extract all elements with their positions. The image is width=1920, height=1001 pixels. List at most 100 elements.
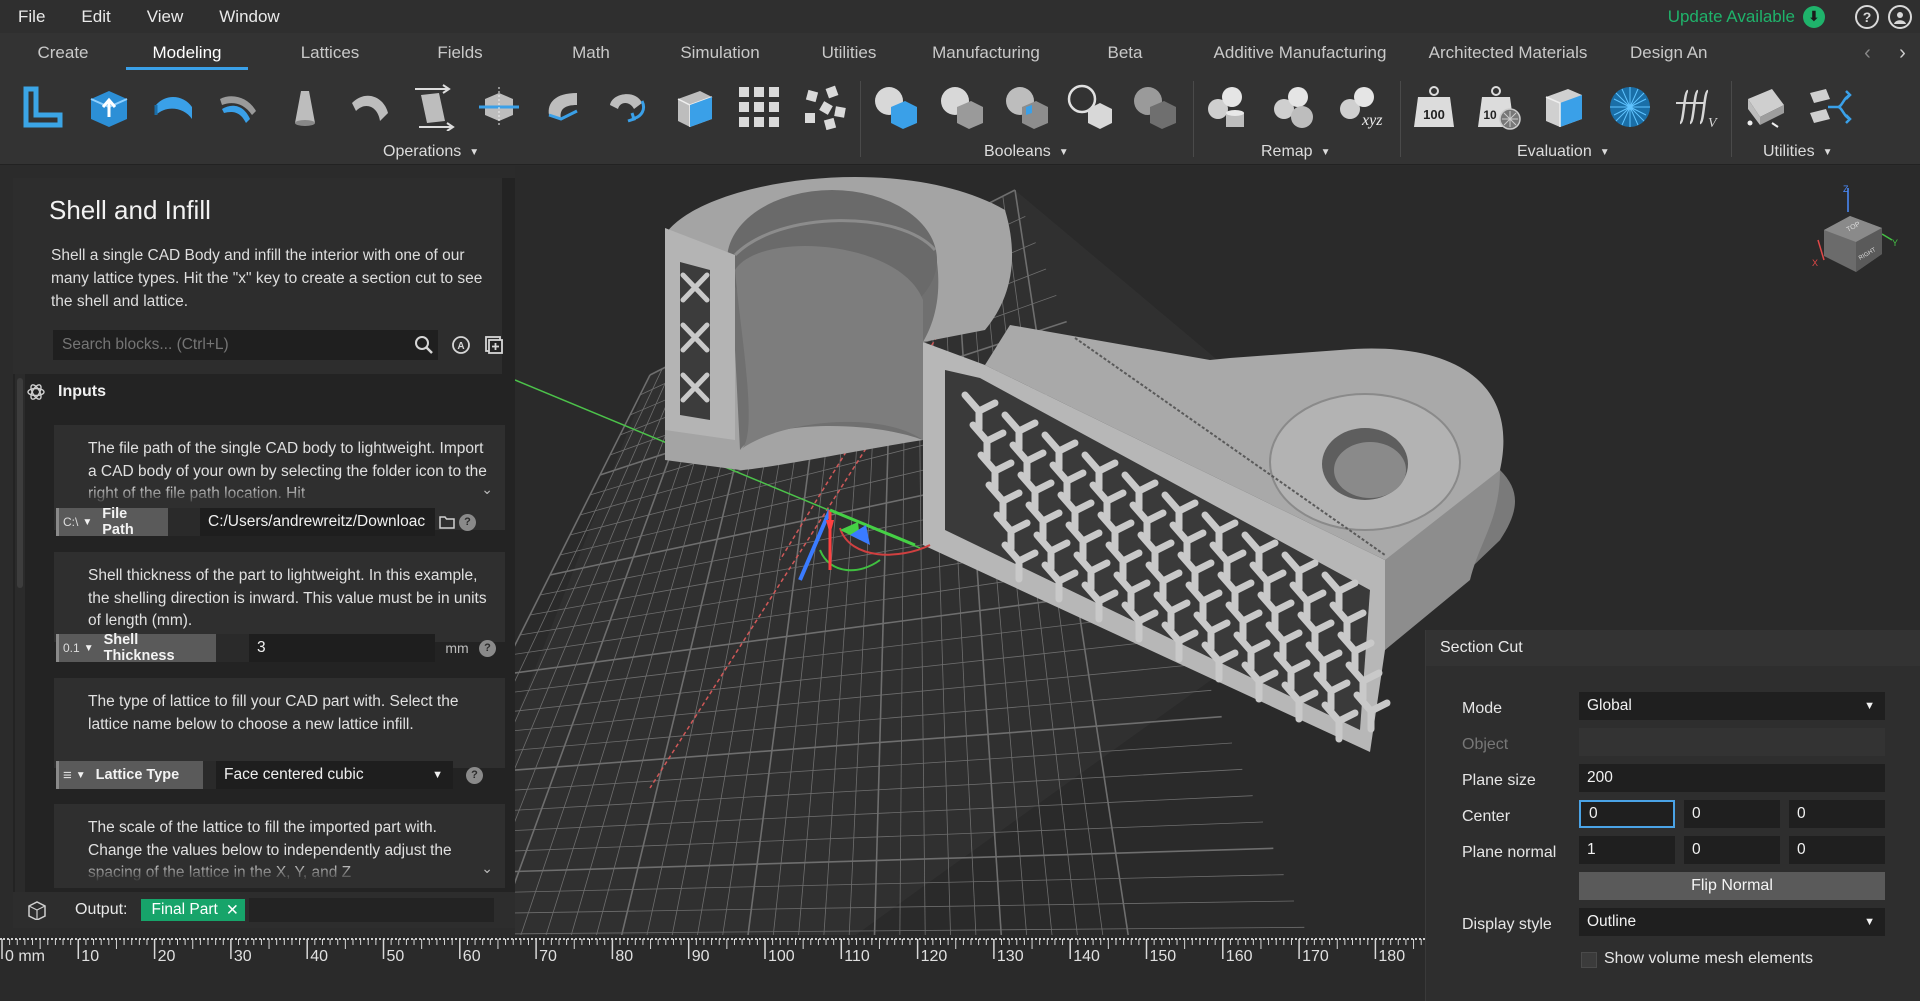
remap-xyz-icon[interactable]: xyz (1336, 83, 1384, 131)
boolean-union-icon[interactable] (871, 83, 919, 131)
remap-sphere-icon[interactable] (1270, 83, 1318, 131)
scrollbar-thumb[interactable] (17, 378, 23, 588)
ai-assist-icon[interactable]: A (449, 333, 473, 357)
caret-down-icon: ▼ (1822, 146, 1833, 158)
solid-block-icon[interactable] (670, 83, 718, 131)
ruler: 0 mm 10 20 30 40 50 60 70 80 90 100 110 120 130 140 150… (0, 935, 1425, 1001)
menu-view[interactable]: View (129, 0, 202, 33)
shell-surface-icon[interactable] (150, 83, 198, 131)
help-icon[interactable]: ? (479, 639, 496, 657)
ruler-label: 20 (158, 948, 176, 965)
tab-beta[interactable]: Beta (1040, 33, 1210, 73)
close-icon[interactable]: ✕ (226, 901, 239, 920)
tab-architected-materials[interactable]: Architected Materials (1390, 33, 1626, 73)
chevron-right-icon[interactable]: › (1899, 42, 1906, 65)
operations-group-dropdown[interactable]: Operations ▼ (383, 143, 479, 161)
search-icon[interactable] (412, 333, 436, 357)
tab-fields[interactable]: Fields (412, 33, 508, 73)
revolve-icon[interactable] (602, 83, 650, 131)
view-cube[interactable]: Z Y X TOP RIGHT (1810, 180, 1905, 285)
linear-pattern-icon[interactable] (735, 83, 783, 131)
lattice-type-label: Lattice Type (95, 767, 180, 783)
normal-y-input[interactable]: 0 (1684, 836, 1780, 864)
boolean-subtract-icon[interactable] (937, 83, 985, 131)
boolean-intersect-icon[interactable] (1002, 83, 1050, 131)
center-y-input[interactable]: 0 (1684, 800, 1780, 828)
folder-icon[interactable] (435, 515, 459, 529)
boolean-combine-icon[interactable] (1066, 83, 1114, 131)
transform-icon[interactable] (409, 83, 457, 131)
normal-z-input[interactable]: 0 (1789, 836, 1885, 864)
lattice-mass-icon[interactable]: 10 (1476, 83, 1524, 131)
lattice-scale-card: The scale of the lattice to fill the imp… (54, 804, 505, 888)
branch-tool-icon[interactable] (1806, 83, 1854, 131)
tab-utilities[interactable]: Utilities (766, 33, 932, 73)
booleans-group-dropdown[interactable]: Booleans ▼ (984, 143, 1069, 161)
remap-group-dropdown[interactable]: Remap ▼ (1261, 143, 1330, 161)
tab-simulation[interactable]: Simulation (674, 33, 766, 73)
tab-lattices[interactable]: Lattices (248, 33, 412, 73)
volume-integral-icon[interactable]: V (1670, 83, 1718, 131)
normal-x-input[interactable]: 1 (1579, 836, 1675, 864)
inputs-section-header[interactable]: Inputs (26, 378, 515, 406)
tab-math[interactable]: Math (508, 33, 674, 73)
shell-thickness-badge[interactable]: 0.1 ▼ Shell Thickness (56, 632, 216, 664)
offset-surface-icon[interactable] (214, 83, 262, 131)
bounding-box-icon[interactable] (1540, 83, 1588, 131)
account-icon[interactable] (1888, 5, 1912, 29)
mode-select[interactable]: Global ▼ (1579, 692, 1885, 720)
ribbon-tabs: Create Modeling Lattices Fields Math Sim… (0, 33, 1920, 73)
mass-properties-icon[interactable]: 100 (1410, 83, 1458, 131)
surface-flow-icon[interactable] (1742, 83, 1790, 131)
lattice-type-row: ≡ ▼ Lattice Type Face centered cubic ▼ ? (56, 761, 483, 789)
chevron-down-icon[interactable]: ⌄ (481, 860, 493, 877)
fillet-icon[interactable] (539, 83, 587, 131)
menu-edit[interactable]: Edit (63, 0, 128, 33)
atom-icon (27, 384, 45, 400)
remap-cylinder-icon[interactable] (1204, 83, 1252, 131)
center-x-input[interactable]: 0 (1579, 800, 1675, 828)
flip-normal-button[interactable]: Flip Normal (1579, 872, 1885, 900)
chevron-left-icon[interactable]: ‹ (1864, 42, 1871, 65)
search-input[interactable] (53, 336, 393, 354)
caret-down-icon: ▼ (1864, 916, 1875, 928)
menu-window[interactable]: Window (201, 0, 297, 33)
evaluation-group-dropdown[interactable]: Evaluation ▼ (1517, 143, 1610, 161)
file-path-badge[interactable]: C:\ ▼ File Path (56, 506, 168, 538)
thicken-icon[interactable] (85, 83, 133, 131)
lattice-type-select[interactable]: Face centered cubic ▼ (216, 761, 453, 789)
mirror-icon[interactable] (475, 83, 523, 131)
tab-create[interactable]: Create (0, 33, 126, 73)
display-style-select[interactable]: Outline ▼ (1579, 908, 1885, 936)
add-block-icon[interactable] (482, 333, 506, 357)
loft-icon[interactable] (281, 83, 329, 131)
help-icon[interactable]: ? (466, 766, 483, 784)
tab-design-analysis[interactable]: Design An (1626, 33, 1726, 73)
mesh-quality-icon[interactable] (1606, 83, 1654, 131)
update-available-button[interactable]: Update Available ⬇ (1668, 0, 1825, 33)
boolean-split-icon[interactable] (1130, 83, 1178, 131)
ruler-label: 50 (387, 948, 405, 965)
random-pattern-icon[interactable] (801, 83, 849, 131)
menu-file[interactable]: File (0, 0, 63, 33)
tab-manufacturing[interactable]: Manufacturing (932, 33, 1040, 73)
chevron-down-icon[interactable]: ⌄ (481, 481, 493, 498)
lattice-type-value: Face centered cubic (224, 766, 364, 783)
utilities-group-dropdown[interactable]: Utilities ▼ (1763, 143, 1832, 161)
offset-body-icon[interactable] (18, 83, 66, 131)
output-chip[interactable]: Final Part ✕ (141, 899, 245, 921)
help-icon[interactable]: ? (1855, 5, 1879, 29)
help-icon[interactable]: ? (459, 513, 476, 531)
center-z-input[interactable]: 0 (1789, 800, 1885, 828)
file-path-label: File Path (102, 506, 134, 538)
file-path-field[interactable]: C:/Users/andrewreitz/Downloac (200, 508, 435, 536)
ruler-label: 70 (539, 948, 557, 965)
tab-additive-manufacturing[interactable]: Additive Manufacturing (1210, 33, 1390, 73)
bend-icon[interactable] (346, 83, 394, 131)
show-mesh-checkbox[interactable] (1581, 952, 1597, 968)
tab-modeling[interactable]: Modeling (126, 33, 248, 73)
lattice-type-badge[interactable]: ≡ ▼ Lattice Type (56, 761, 203, 789)
ruler-label: 60 (463, 948, 481, 965)
plane-size-input[interactable]: 200 (1579, 764, 1885, 792)
shell-thickness-input[interactable]: 3 (249, 634, 435, 662)
